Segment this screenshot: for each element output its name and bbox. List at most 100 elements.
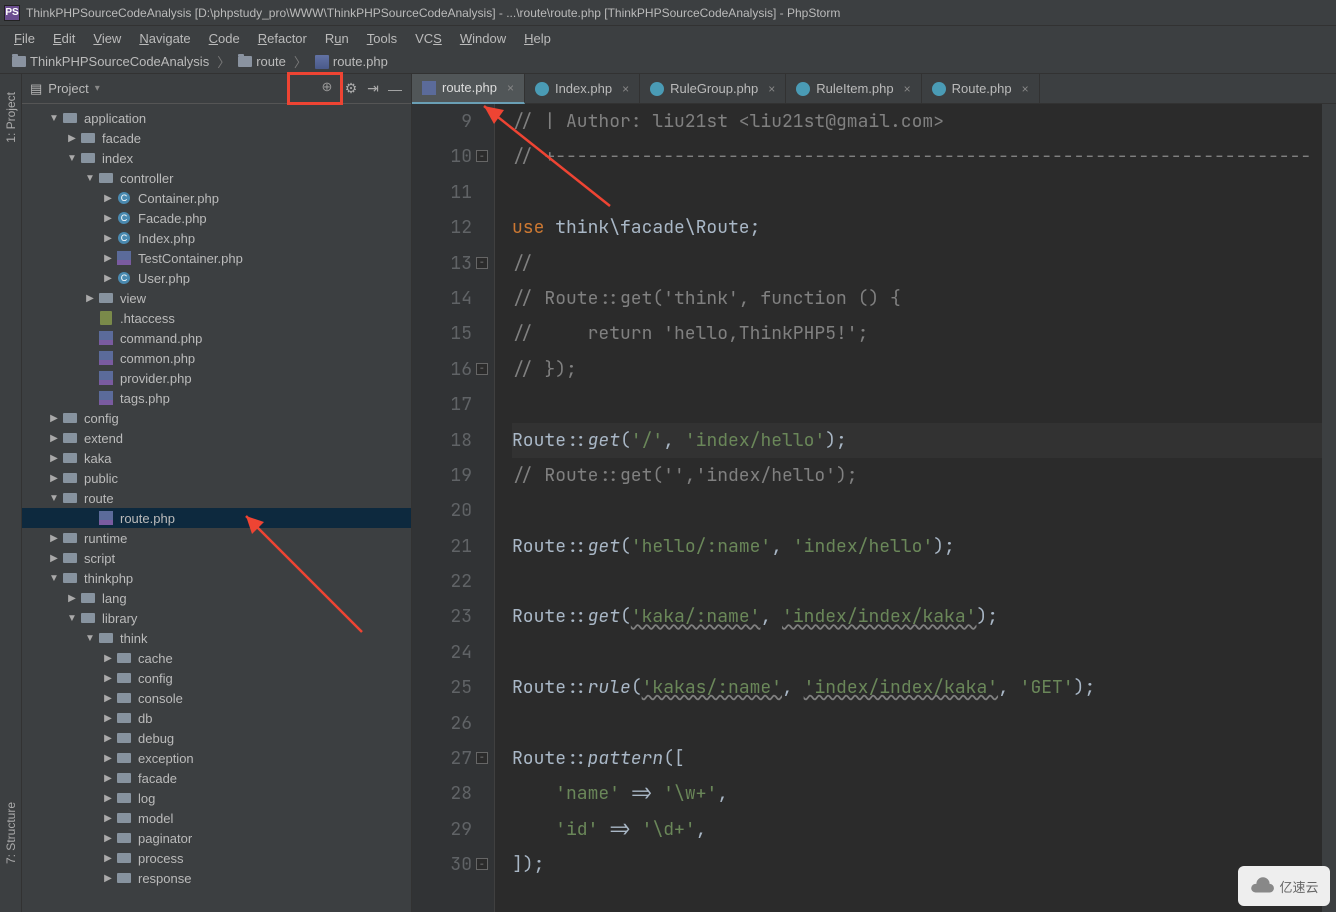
dropdown-icon[interactable]: ▾ <box>95 83 100 94</box>
fold-icon[interactable]: − <box>476 363 488 375</box>
tree-arrow-icon[interactable]: ▶ <box>102 673 114 684</box>
tree-arrow-icon[interactable]: ▼ <box>48 113 60 124</box>
code-line[interactable] <box>512 175 1322 210</box>
tree-item[interactable]: ▶TestContainer.php <box>22 248 411 268</box>
code-area[interactable]: −−−−− 9101112131415161718192021222324252… <box>412 104 1336 912</box>
code-line[interactable]: Route::get('kaka/:name', 'index/index/ka… <box>512 599 1322 634</box>
tree-item[interactable]: common.php <box>22 348 411 368</box>
tree-item[interactable]: ▼route <box>22 488 411 508</box>
tree-arrow-icon[interactable]: ▶ <box>102 733 114 744</box>
tree-item[interactable]: ▼index <box>22 148 411 168</box>
tree-item[interactable]: ▶extend <box>22 428 411 448</box>
code-lines[interactable]: // | Author: liu21st <liu21st@gmail.com>… <box>494 104 1322 912</box>
tree-arrow-icon[interactable]: ▶ <box>102 273 114 284</box>
tree-item[interactable]: ▶model <box>22 808 411 828</box>
close-icon[interactable]: × <box>1022 82 1029 96</box>
code-line[interactable]: // Route::get('think', function () { <box>512 281 1322 316</box>
editor-scrollbar[interactable] <box>1322 104 1336 912</box>
code-line[interactable]: // }); <box>512 352 1322 387</box>
tree-item[interactable]: ▶lang <box>22 588 411 608</box>
tree-item[interactable]: ▶db <box>22 708 411 728</box>
menu-navigate[interactable]: Navigate <box>131 29 198 48</box>
tree-arrow-icon[interactable]: ▶ <box>48 473 60 484</box>
menu-tools[interactable]: Tools <box>359 29 405 48</box>
tree-arrow-icon[interactable]: ▶ <box>48 453 60 464</box>
code-line[interactable]: ]); <box>512 847 1322 882</box>
tree-arrow-icon[interactable]: ▶ <box>48 433 60 444</box>
tree-arrow-icon[interactable]: ▶ <box>102 773 114 784</box>
code-line[interactable] <box>512 564 1322 599</box>
tree-item[interactable]: ▶CUser.php <box>22 268 411 288</box>
project-tool-tab[interactable]: 1: Project <box>2 84 20 151</box>
code-line[interactable]: // | Author: liu21st <liu21st@gmail.com> <box>512 104 1322 139</box>
menu-window[interactable]: Window <box>452 29 514 48</box>
tree-arrow-icon[interactable]: ▼ <box>66 613 78 624</box>
tree-item[interactable]: tags.php <box>22 388 411 408</box>
code-line[interactable]: Route::get('/', 'index/hello'); <box>512 423 1322 458</box>
editor-tab[interactable]: route.php× <box>412 74 525 104</box>
tree-arrow-icon[interactable]: ▶ <box>102 233 114 244</box>
tree-arrow-icon[interactable]: ▶ <box>48 553 60 564</box>
tree-item[interactable]: ▶paginator <box>22 828 411 848</box>
code-line[interactable]: use think\facade\Route; <box>512 210 1322 245</box>
tree-item[interactable]: ▶facade <box>22 768 411 788</box>
structure-tool-tab[interactable]: 7: Structure <box>2 794 20 872</box>
tree-item[interactable]: ▼think <box>22 628 411 648</box>
code-line[interactable]: // +------------------------------------… <box>512 139 1322 174</box>
tree-arrow-icon[interactable]: ▼ <box>48 493 60 504</box>
tree-item[interactable]: ▶runtime <box>22 528 411 548</box>
menu-file[interactable]: File <box>6 29 43 48</box>
tree-arrow-icon[interactable]: ▶ <box>102 873 114 884</box>
editor-tab[interactable]: Route.php× <box>922 74 1040 104</box>
menu-view[interactable]: View <box>85 29 129 48</box>
code-line[interactable]: // <box>512 246 1322 281</box>
tree-item[interactable]: ▶kaka <box>22 448 411 468</box>
fold-icon[interactable]: − <box>476 858 488 870</box>
tree-arrow-icon[interactable]: ▶ <box>102 213 114 224</box>
editor-tab[interactable]: Index.php× <box>525 74 640 104</box>
menu-edit[interactable]: Edit <box>45 29 83 48</box>
tree-arrow-icon[interactable]: ▶ <box>102 813 114 824</box>
close-icon[interactable]: × <box>768 82 775 96</box>
crumb-0[interactable]: ThinkPHPSourceCodeAnalysis〉 <box>8 52 234 71</box>
fold-icon[interactable]: − <box>476 752 488 764</box>
menu-run[interactable]: Run <box>317 29 357 48</box>
collapse-icon[interactable]: ⇥ <box>365 81 381 97</box>
tree-item[interactable]: .htaccess <box>22 308 411 328</box>
tree-item[interactable]: ▶exception <box>22 748 411 768</box>
hide-icon[interactable]: — <box>387 81 403 97</box>
code-line[interactable]: Route::get('hello/:name', 'index/hello')… <box>512 529 1322 564</box>
tree-arrow-icon[interactable]: ▶ <box>102 713 114 724</box>
tree-item[interactable]: ▼application <box>22 108 411 128</box>
tree-item[interactable]: ▶facade <box>22 128 411 148</box>
tree-item[interactable]: ▶cache <box>22 648 411 668</box>
tree-arrow-icon[interactable]: ▶ <box>48 413 60 424</box>
tree-item[interactable]: ▶log <box>22 788 411 808</box>
menu-help[interactable]: Help <box>516 29 559 48</box>
fold-icon[interactable]: − <box>476 257 488 269</box>
crumb-2[interactable]: route.php <box>311 54 392 69</box>
editor-tab[interactable]: RuleItem.php× <box>786 74 921 104</box>
tree-item[interactable]: ▶process <box>22 848 411 868</box>
tree-item[interactable]: ▶view <box>22 288 411 308</box>
tree-item[interactable]: ▶response <box>22 868 411 888</box>
tree-item[interactable]: ▶config <box>22 408 411 428</box>
tree-arrow-icon[interactable]: ▼ <box>48 573 60 584</box>
tree-item[interactable]: command.php <box>22 328 411 348</box>
tree-item[interactable]: ▶debug <box>22 728 411 748</box>
tree-item[interactable]: ▶script <box>22 548 411 568</box>
tree-arrow-icon[interactable]: ▼ <box>84 173 96 184</box>
menu-refactor[interactable]: Refactor <box>250 29 315 48</box>
tree-arrow-icon[interactable]: ▶ <box>48 533 60 544</box>
code-line[interactable] <box>512 387 1322 422</box>
code-line[interactable]: // return 'hello,ThinkPHP5!'; <box>512 316 1322 351</box>
menu-vcs[interactable]: VCS <box>407 29 450 48</box>
tree-item[interactable]: ▶public <box>22 468 411 488</box>
tree-item[interactable]: ▶console <box>22 688 411 708</box>
code-line[interactable] <box>512 635 1322 670</box>
editor-tab[interactable]: RuleGroup.php× <box>640 74 786 104</box>
tree-arrow-icon[interactable]: ▶ <box>66 133 78 144</box>
tree-item[interactable]: ▶CIndex.php <box>22 228 411 248</box>
close-icon[interactable]: × <box>622 82 629 96</box>
tree-arrow-icon[interactable]: ▶ <box>102 253 114 264</box>
